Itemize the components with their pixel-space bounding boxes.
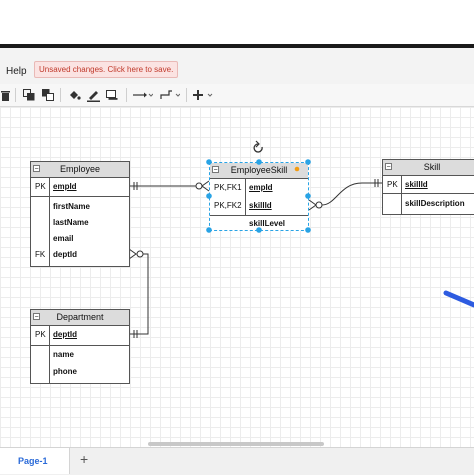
employeeskill-field-skillid[interactable]: skillId xyxy=(249,201,272,210)
employee-entity-title: Employee xyxy=(59,164,101,174)
department-employee-link xyxy=(129,253,149,335)
collapse-icon[interactable]: − xyxy=(33,165,40,173)
employeeskill-field-skilllevel[interactable]: skillLevel xyxy=(249,219,285,228)
to-front-icon xyxy=(23,89,35,101)
connection-style-button[interactable] xyxy=(132,87,154,103)
connection-icon xyxy=(133,92,153,98)
employeeskill-row-key: PK,FK1 xyxy=(214,183,242,192)
employee-field-email[interactable]: email xyxy=(53,234,73,243)
skill-field-skilldescription[interactable]: skillDescription xyxy=(405,199,465,208)
row-divider xyxy=(210,215,308,216)
department-field-name[interactable]: name xyxy=(53,350,74,359)
employeeskill-row-key: PK,FK2 xyxy=(214,201,242,210)
department-entity-title: Department xyxy=(56,312,104,322)
employee-field-lastname[interactable]: lastName xyxy=(53,218,89,227)
toolbar-separator xyxy=(15,88,16,102)
waypoints-icon xyxy=(160,90,180,99)
add-page-button[interactable]: + xyxy=(80,451,88,467)
department-entity-header: − Department xyxy=(31,310,129,326)
app-titlebar xyxy=(0,0,474,44)
page-tab-current[interactable]: Page-1 xyxy=(0,448,70,474)
row-divider xyxy=(383,193,474,194)
employee-field-firstname[interactable]: firstName xyxy=(53,202,90,211)
to-back-button[interactable] xyxy=(41,87,55,103)
toolbar-separator xyxy=(186,88,187,102)
shadow-icon xyxy=(106,90,118,100)
toolbar-separator xyxy=(126,88,127,102)
row-divider xyxy=(31,345,129,346)
skill-entity-title: Skill xyxy=(423,162,441,172)
employee-field-empid[interactable]: empId xyxy=(53,182,77,191)
line-color-icon xyxy=(86,90,100,102)
horizontal-scrollbar[interactable] xyxy=(148,442,324,446)
skill-row-key: PK xyxy=(387,180,398,189)
skill-entity[interactable]: − Skill PK skillId skillDescription xyxy=(382,159,474,215)
employeeskill-entity-title: EmployeeSkill xyxy=(230,165,288,175)
toolbar xyxy=(0,84,474,107)
employee-row-key: FK xyxy=(35,250,46,259)
waypoints-button[interactable] xyxy=(159,87,181,103)
menu-bar: Help Unsaved changes. Click here to save… xyxy=(0,48,474,84)
employee-entity-header: − Employee xyxy=(31,162,129,178)
skill-employeeskill-link xyxy=(316,182,382,206)
relationship-lines xyxy=(128,179,474,338)
collapse-icon[interactable]: − xyxy=(33,313,40,321)
row-divider xyxy=(31,196,129,197)
employeeskill-entity[interactable]: − EmployeeSkill PK,FK1 empId PK,FK2 skil… xyxy=(209,162,309,231)
delete-button[interactable] xyxy=(0,87,10,103)
unsaved-changes-notice[interactable]: Unsaved changes. Click here to save. xyxy=(34,61,179,78)
insert-button[interactable] xyxy=(192,87,214,103)
skill-entity-header: − Skill xyxy=(383,160,474,176)
department-entity[interactable]: − Department PK deptId name phone xyxy=(30,309,130,384)
page-bar: Page-1 + xyxy=(0,447,474,475)
employee-field-deptid[interactable]: deptId xyxy=(53,250,77,259)
collapse-icon[interactable]: − xyxy=(212,166,219,174)
department-field-phone[interactable]: phone xyxy=(53,367,77,376)
employeeskill-entity-header: − EmployeeSkill xyxy=(210,163,308,179)
skill-field-skillid[interactable]: skillId xyxy=(405,180,428,189)
delete-icon xyxy=(0,90,10,101)
to-front-button[interactable] xyxy=(22,87,36,103)
diagram-canvas[interactable]: − Employee PK empId firstName lastName e… xyxy=(0,107,474,447)
shadow-button[interactable] xyxy=(105,87,119,103)
department-field-deptid[interactable]: deptId xyxy=(53,330,77,339)
insert-icon xyxy=(193,90,213,100)
blue-pen-stroke xyxy=(443,290,474,308)
employee-entity[interactable]: − Employee PK empId firstName lastName e… xyxy=(30,161,130,267)
toolbar-separator xyxy=(60,88,61,102)
employeeskill-field-empid[interactable]: empId xyxy=(249,183,273,192)
line-color-button[interactable] xyxy=(86,87,100,103)
employee-row-key: PK xyxy=(35,182,46,191)
fill-color-icon xyxy=(69,90,81,100)
collapse-icon[interactable]: − xyxy=(385,163,392,171)
fill-color-button[interactable] xyxy=(67,87,81,103)
department-row-key: PK xyxy=(35,330,46,339)
menu-help[interactable]: Help xyxy=(6,66,27,77)
to-back-icon xyxy=(42,89,54,101)
